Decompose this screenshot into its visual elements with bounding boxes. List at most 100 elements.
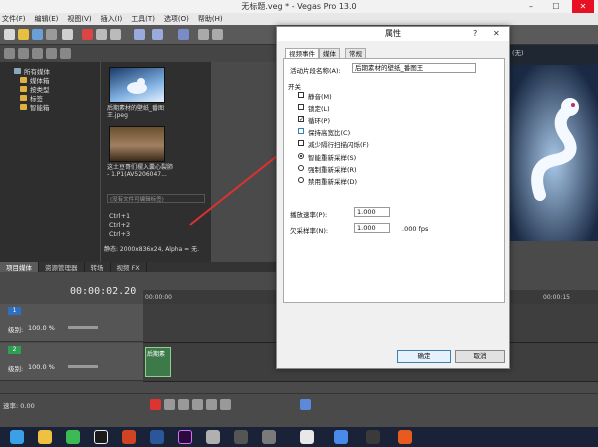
active-name-field[interactable]: 后期素材的壁纸_番图王 xyxy=(352,63,476,73)
tree-item-all-media[interactable]: 所有媒体 xyxy=(0,66,100,76)
video-track-1-header[interactable]: 1 级别: 100.0 % xyxy=(0,304,143,342)
auto-ripple-icon[interactable] xyxy=(198,29,209,40)
disable-resample-radio[interactable] xyxy=(298,177,304,183)
active-name-label: 活动片段名称(A): xyxy=(290,67,341,75)
render-icon[interactable] xyxy=(62,29,73,40)
settings-icon[interactable] xyxy=(234,430,248,444)
loop-label: 循环(P) xyxy=(308,117,330,125)
vegas-icon[interactable] xyxy=(206,430,220,444)
menu-view[interactable]: 视图(V) xyxy=(67,14,91,24)
tab-video-fx[interactable]: 视频 FX xyxy=(111,262,147,272)
wechat-icon[interactable] xyxy=(66,430,80,444)
media-caption-1: 后期素材的壁纸_番图王.jpeg xyxy=(107,105,165,119)
reduce-flicker-checkbox[interactable] xyxy=(298,140,304,146)
menu-insert[interactable]: 插入(I) xyxy=(101,14,123,24)
powerpoint-icon[interactable] xyxy=(122,430,136,444)
new-icon[interactable] xyxy=(4,29,15,40)
video-track-2-header[interactable]: 2 级别: 100.0 % xyxy=(0,343,143,381)
dialog-close-button[interactable]: ✕ xyxy=(493,29,500,38)
rate-readout: 速率: 0.00 xyxy=(3,402,35,410)
tree-item-media-bins[interactable]: 媒体箱 xyxy=(0,75,100,85)
ok-button[interactable]: 确定 xyxy=(397,350,451,363)
loop-icon[interactable] xyxy=(164,399,175,410)
undersample-field[interactable]: 1.000 xyxy=(354,223,390,233)
video-clip[interactable]: 后期素 xyxy=(145,347,171,377)
level-slider[interactable] xyxy=(68,365,98,368)
explorer-toolbar xyxy=(0,45,276,62)
media-fx-icon[interactable] xyxy=(60,48,71,59)
premiere-icon[interactable] xyxy=(178,430,192,444)
redo-icon[interactable] xyxy=(152,29,163,40)
ruler-tick-end: 00:00:15 xyxy=(543,294,570,301)
undo-icon[interactable] xyxy=(134,29,145,40)
undersample-label: 欠采样率(N): xyxy=(290,227,329,235)
record-icon[interactable] xyxy=(150,399,161,410)
media-bin-tree: 所有媒体 媒体箱 按类型 标签 智能箱 xyxy=(0,62,100,262)
menu-help[interactable]: 帮助(H) xyxy=(198,14,223,24)
tag-field[interactable]: (没有文件可编辑标签) xyxy=(107,194,205,203)
force-resample-label: 强制重新采样(R) xyxy=(308,166,357,174)
shortcut-list: Ctrl+1 Ctrl+2 Ctrl+3 xyxy=(109,212,131,238)
maintain-aspect-label: 保持高宽比(C) xyxy=(308,129,351,137)
preview-mode-combo[interactable]: (无) xyxy=(512,47,524,57)
media-thumbnail-1[interactable] xyxy=(109,67,165,103)
media-thumbnail-2[interactable] xyxy=(109,126,165,162)
save-icon[interactable] xyxy=(32,29,43,40)
import-media-icon[interactable] xyxy=(4,48,15,59)
cut-icon[interactable] xyxy=(82,29,93,40)
smart-resample-radio[interactable] xyxy=(298,153,304,159)
capture-icon[interactable] xyxy=(18,48,29,59)
properties-icon[interactable] xyxy=(46,29,57,40)
edit-tool-icon[interactable] xyxy=(300,399,311,410)
folder-icon xyxy=(20,103,27,110)
tab-transitions[interactable]: 转场 xyxy=(85,262,111,272)
pause-icon[interactable] xyxy=(206,399,217,410)
minimize-button[interactable]: – xyxy=(520,0,542,13)
feather-icon[interactable] xyxy=(334,430,348,444)
open-icon[interactable] xyxy=(18,29,29,40)
app-icon[interactable] xyxy=(262,430,276,444)
ruler-tick-start: 00:00:00 xyxy=(145,294,172,301)
stop-icon[interactable] xyxy=(220,399,231,410)
video-editor-icon[interactable] xyxy=(366,430,380,444)
word-icon[interactable] xyxy=(150,430,164,444)
file-explorer-icon[interactable] xyxy=(38,430,52,444)
menu-tools[interactable]: 工具(T) xyxy=(131,14,155,24)
remove-media-icon[interactable] xyxy=(46,48,57,59)
menu-edit[interactable]: 编辑(E) xyxy=(35,14,59,24)
chrome-icon[interactable] xyxy=(300,430,314,444)
play-icon[interactable] xyxy=(192,399,203,410)
browser-icon[interactable] xyxy=(10,430,24,444)
get-media-icon[interactable] xyxy=(32,48,43,59)
loop-checkbox[interactable]: ✓ xyxy=(298,116,304,123)
maintain-aspect-checkbox[interactable] xyxy=(298,128,304,134)
window-title: 无标题.veg * - Vegas Pro 13.0 xyxy=(241,2,357,11)
tab-explorer[interactable]: 资源管理器 xyxy=(39,262,85,272)
maximize-button[interactable]: ☐ xyxy=(545,0,567,13)
lock-envelopes-icon[interactable] xyxy=(212,29,223,40)
tree-item-by-type[interactable]: 按类型 xyxy=(0,84,100,94)
media-status: 静态: 2000x836x24, Alpha = 无. xyxy=(104,246,200,253)
lock-checkbox[interactable] xyxy=(298,104,304,110)
disable-resample-label: 禁用重新采样(D) xyxy=(308,178,358,186)
play-from-start-icon[interactable] xyxy=(178,399,189,410)
mute-checkbox[interactable] xyxy=(298,92,304,98)
playback-rate-field[interactable]: 1.000 xyxy=(354,207,390,217)
cancel-button[interactable]: 取消 xyxy=(455,350,505,363)
snap-icon[interactable] xyxy=(178,29,189,40)
orange-app-icon[interactable] xyxy=(398,430,412,444)
track-number: 2 xyxy=(8,346,21,354)
tree-item-tags[interactable]: 标签 xyxy=(0,93,100,103)
copy-icon[interactable] xyxy=(96,29,107,40)
tree-item-smart-bins[interactable]: 智能箱 xyxy=(0,102,100,112)
tab-project-media[interactable]: 项目媒体 xyxy=(0,262,39,272)
force-resample-radio[interactable] xyxy=(298,165,304,171)
qq-icon[interactable] xyxy=(94,430,108,444)
switches-label: 开关 xyxy=(288,83,301,91)
paste-icon[interactable] xyxy=(110,29,121,40)
menu-options[interactable]: 选项(O) xyxy=(164,14,189,24)
level-slider[interactable] xyxy=(68,326,98,329)
help-icon[interactable]: ? xyxy=(473,29,477,38)
close-window-button[interactable]: ✕ xyxy=(572,0,594,13)
menu-file[interactable]: 文件(F) xyxy=(2,14,26,24)
